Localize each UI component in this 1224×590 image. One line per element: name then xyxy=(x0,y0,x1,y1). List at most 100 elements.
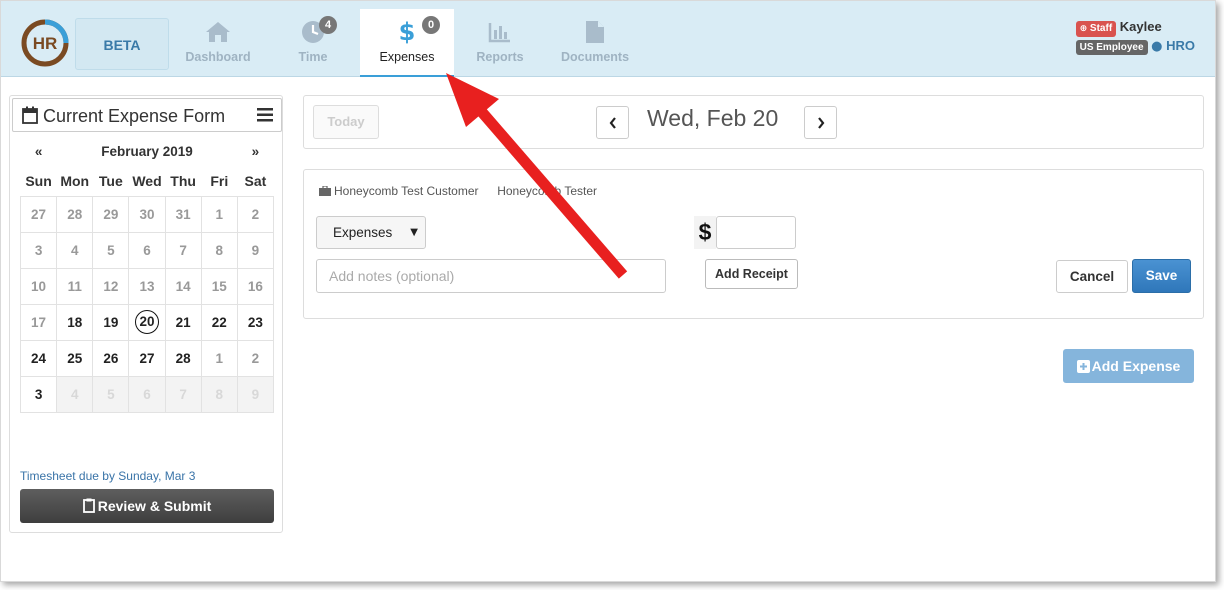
expense-form-sidebar: Current Expense Form « February 2019 » S… xyxy=(9,95,283,533)
sidebar-title: Current Expense Form xyxy=(43,106,226,126)
calendar-day[interactable]: 1 xyxy=(200,195,238,233)
calendar-prev-button[interactable]: « xyxy=(21,136,57,166)
clock-icon: 4 xyxy=(279,16,347,47)
customer-project-line: Honeycomb Test Customer Honeycomb Tester xyxy=(319,184,597,199)
menu-icon[interactable] xyxy=(257,108,273,127)
today-button[interactable]: Today xyxy=(313,105,379,139)
home-icon xyxy=(177,17,259,47)
beta-badge: BETA xyxy=(75,18,169,70)
expense-entry-form: Honeycomb Test Customer Honeycomb Tester… xyxy=(303,169,1204,319)
hr-logo[interactable]: HR xyxy=(19,17,71,69)
calendar-day[interactable]: 29 xyxy=(92,195,130,233)
calendar-day[interactable]: 27 xyxy=(128,339,166,377)
weekday-label: Sun xyxy=(25,172,52,189)
calendar-day[interactable]: 28 xyxy=(164,339,202,377)
nav-label: Documents xyxy=(560,50,630,64)
calendar-day[interactable]: 23 xyxy=(236,303,275,341)
prev-day-button[interactable] xyxy=(596,106,629,139)
calendar-day[interactable]: 20 xyxy=(128,303,166,341)
briefcase-icon xyxy=(319,185,331,199)
calendar-day[interactable]: 26 xyxy=(92,339,130,377)
add-receipt-button[interactable]: Add Receipt xyxy=(705,259,798,289)
user-circle-icon: ● xyxy=(1151,39,1163,54)
calendar-day[interactable]: 5 xyxy=(92,231,130,269)
time-count-badge: 4 xyxy=(319,16,338,34)
calendar-day[interactable]: 14 xyxy=(164,267,202,305)
calendar-day[interactable]: 27 xyxy=(19,195,58,233)
calendar-day[interactable]: 4 xyxy=(56,375,94,413)
date-navigation-bar: Today Wed, Feb 20 xyxy=(303,95,1204,149)
calendar-day[interactable]: 21 xyxy=(164,303,202,341)
calendar-day[interactable]: 4 xyxy=(56,231,94,269)
nav-reports[interactable]: Reports xyxy=(467,9,533,77)
amount-input[interactable] xyxy=(716,216,796,249)
calendar-day[interactable]: 6 xyxy=(128,231,166,269)
calendar-day[interactable]: 8 xyxy=(200,375,238,413)
calendar-day[interactable]: 2 xyxy=(236,339,275,377)
nav-documents[interactable]: Documents xyxy=(553,9,637,77)
nav-dashboard[interactable]: Dashboard xyxy=(177,9,259,77)
chevron-left-icon xyxy=(609,116,616,129)
top-navbar: HR BETA Dashboard 4 Time $ 0 Expenses Re… xyxy=(1,1,1215,77)
nav-label: Expenses xyxy=(379,50,435,64)
calendar-day[interactable]: 31 xyxy=(164,195,202,233)
review-submit-button[interactable]: Review & Submit xyxy=(20,489,274,523)
staff-tag: ⊕ Staff xyxy=(1075,21,1117,37)
nav-expenses[interactable]: $ 0 Expenses xyxy=(360,9,454,77)
timesheet-due-text: Timesheet due by Sunday, Mar 3 xyxy=(20,469,196,483)
calendar-day[interactable]: 11 xyxy=(56,267,94,305)
plus-square-icon xyxy=(1076,351,1090,385)
calendar-day[interactable]: 22 xyxy=(200,303,238,341)
month-calendar: « February 2019 » Sun Mon Tue Wed Thu Fr… xyxy=(19,136,275,413)
calendar-day[interactable]: 3 xyxy=(19,231,58,269)
weekday-label: Tue xyxy=(98,172,123,189)
calendar-day[interactable]: 2 xyxy=(236,195,275,233)
calendar-day[interactable]: 30 xyxy=(128,195,166,233)
next-day-button[interactable] xyxy=(804,106,837,139)
calendar-day[interactable]: 16 xyxy=(236,267,275,305)
calendar-day[interactable]: 8 xyxy=(200,231,238,269)
weekday-label: Fri xyxy=(210,172,229,189)
app-window: HR BETA Dashboard 4 Time $ 0 Expenses Re… xyxy=(0,0,1216,582)
calendar-day[interactable]: 10 xyxy=(19,267,58,305)
calendar-day[interactable]: 9 xyxy=(236,231,275,269)
org-link[interactable]: ● HRO xyxy=(1151,38,1195,54)
calendar-day[interactable]: 25 xyxy=(56,339,94,377)
nav-label: Reports xyxy=(476,50,524,64)
calendar-day[interactable]: 5 xyxy=(92,375,130,413)
caret-down-icon: ▼ xyxy=(410,227,418,238)
chevron-right-icon xyxy=(817,116,824,129)
calendar-day[interactable]: 28 xyxy=(56,195,94,233)
project-name: Honeycomb Tester xyxy=(497,184,598,198)
calendar-day[interactable]: 7 xyxy=(164,375,202,413)
customer-name: Honeycomb Test Customer xyxy=(334,184,479,198)
dollar-icon: $ 0 xyxy=(360,16,454,47)
employee-tag: US Employee xyxy=(1075,40,1148,55)
clipboard-icon xyxy=(82,491,95,525)
calendar-day[interactable]: 9 xyxy=(236,375,275,413)
calendar-day[interactable]: 6 xyxy=(128,375,166,413)
add-expense-button[interactable]: Add Expense xyxy=(1063,349,1194,383)
cancel-button[interactable]: Cancel xyxy=(1056,260,1128,293)
document-icon xyxy=(553,17,637,47)
calendar-day[interactable]: 12 xyxy=(92,267,130,305)
calendar-day[interactable]: 17 xyxy=(19,303,58,341)
expense-category-select[interactable]: Expenses ▼ xyxy=(316,216,426,249)
globe-icon: ⊕ xyxy=(1079,24,1088,34)
user-info[interactable]: ⊕ Staff Kaylee US Employee ● HRO xyxy=(1075,19,1195,55)
calendar-day[interactable]: 15 xyxy=(200,267,238,305)
calendar-day[interactable]: 18 xyxy=(56,303,94,341)
nav-time[interactable]: 4 Time xyxy=(279,9,347,77)
calendar-day[interactable]: 19 xyxy=(92,303,130,341)
calendar-day[interactable]: 3 xyxy=(19,375,58,413)
weekday-label: Wed xyxy=(132,172,162,189)
sidebar-header: Current Expense Form xyxy=(12,98,282,132)
calendar-day[interactable]: 1 xyxy=(200,339,238,377)
calendar-month-label[interactable]: February 2019 xyxy=(57,136,238,166)
notes-input[interactable]: Add notes (optional) xyxy=(316,259,666,293)
calendar-day[interactable]: 24 xyxy=(19,339,58,377)
calendar-next-button[interactable]: » xyxy=(237,136,273,166)
save-button[interactable]: Save xyxy=(1132,259,1191,293)
calendar-day[interactable]: 13 xyxy=(128,267,166,305)
calendar-day[interactable]: 7 xyxy=(164,231,202,269)
